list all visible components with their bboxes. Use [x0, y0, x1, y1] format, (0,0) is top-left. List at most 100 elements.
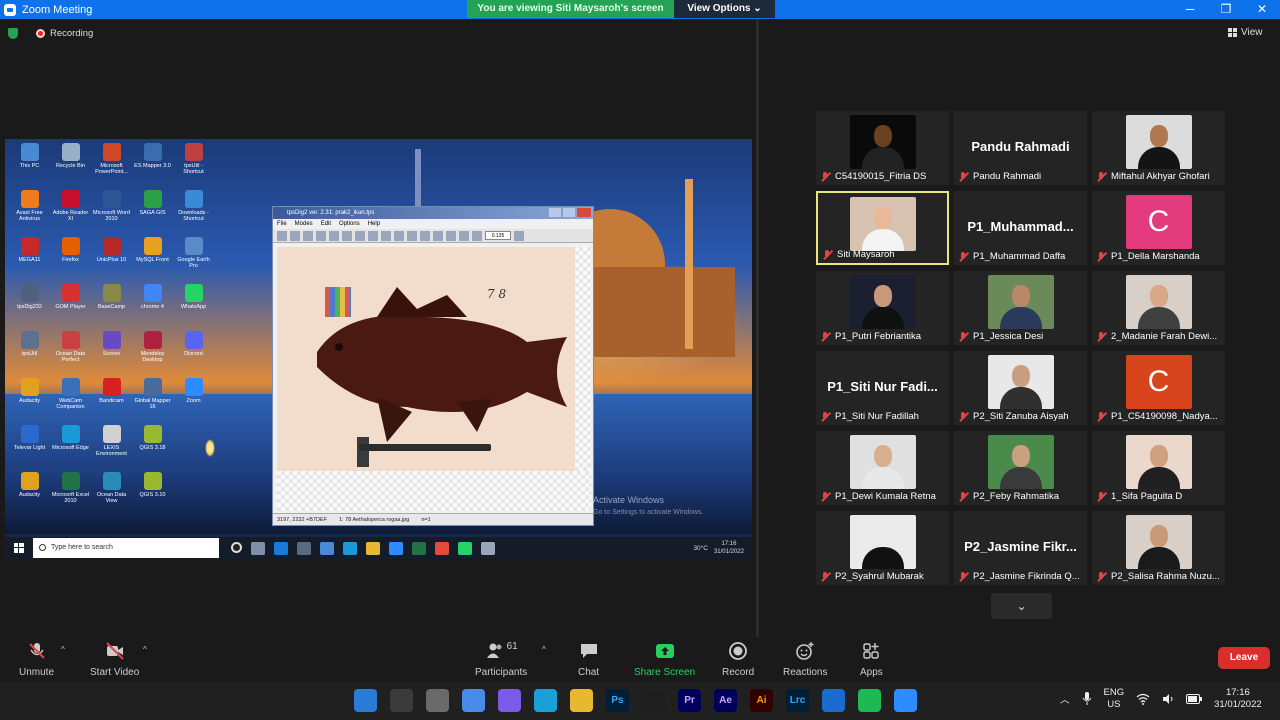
- menu-help[interactable]: Help: [368, 219, 380, 229]
- battery-icon[interactable]: [1186, 694, 1203, 704]
- menu-options[interactable]: Options: [339, 219, 360, 229]
- participant-tile[interactable]: 2_Madanie Farah Dewi...: [1092, 271, 1225, 345]
- desktop-icon[interactable]: Recycle Bin: [50, 143, 91, 190]
- participant-tile[interactable]: P1_Siti Nur Fadi... P1_Siti Nur Fadillah: [816, 351, 949, 425]
- unmute-button[interactable]: Unmute: [19, 641, 54, 678]
- menu-file[interactable]: File: [277, 219, 287, 229]
- taskbar-app-icon[interactable]: Ps: [606, 689, 629, 712]
- desktop-icon[interactable]: BaseCamp: [91, 284, 132, 331]
- desktop-icon[interactable]: Audacity: [9, 472, 50, 519]
- excel-icon[interactable]: [412, 541, 426, 555]
- encryption-shield-icon[interactable]: [8, 28, 18, 39]
- shared-search-box[interactable]: Type here to search: [33, 538, 219, 558]
- desktop-icon[interactable]: Zoom: [173, 378, 214, 425]
- taskbar-app-icon[interactable]: Ai: [750, 689, 773, 712]
- maximize-button[interactable]: ❐: [1208, 0, 1244, 19]
- menu-edit[interactable]: Edit: [321, 219, 331, 229]
- desktop-icon[interactable]: Microsoft Excel 2010: [50, 472, 91, 519]
- participant-tile[interactable]: P2_Feby Rahmatika: [954, 431, 1087, 505]
- taskbar-app-icon[interactable]: Pr: [678, 689, 701, 712]
- participant-tile[interactable]: P1_Putri Febriantika: [816, 271, 949, 345]
- video-options-caret[interactable]: ^: [143, 645, 147, 654]
- tpsdig-close[interactable]: [577, 208, 591, 217]
- desktop-icon[interactable]: LEXIS Environment: [91, 425, 132, 472]
- record-button[interactable]: Record: [722, 641, 754, 678]
- share-screen-button[interactable]: Share Screen: [634, 641, 695, 678]
- store-icon[interactable]: [320, 541, 334, 555]
- tpsdig-titlebar[interactable]: tpsDig2 ver. 2.31: prak2_ikan.tps: [273, 207, 593, 219]
- tpsdig-minimize[interactable]: [549, 208, 561, 217]
- desktop-icon[interactable]: Mendeley Desktop: [132, 331, 173, 378]
- taskbar-app-icon[interactable]: [462, 689, 485, 712]
- desktop-icon[interactable]: Global Mapper 16: [132, 378, 173, 425]
- zoom-field[interactable]: 0.135: [485, 231, 511, 240]
- move-tool-icon[interactable]: [303, 230, 313, 241]
- participant-tile[interactable]: P2_Salisa Rahma Nuzu...: [1092, 511, 1225, 585]
- angle-tool-icon[interactable]: [381, 230, 391, 241]
- desktop-icon[interactable]: Microsoft PowerPoint...: [91, 143, 132, 190]
- menu-modes[interactable]: Modes: [295, 219, 313, 229]
- desktop-icon[interactable]: WebCam Companion: [50, 378, 91, 425]
- participants-options-caret[interactable]: ^: [542, 645, 546, 654]
- scale-tool-icon[interactable]: [433, 230, 443, 241]
- desktop-icon[interactable]: tpsUtil - Shortcut: [173, 143, 214, 190]
- taskbar-app-icon[interactable]: [354, 689, 377, 712]
- desktop-icon[interactable]: Microsoft Word 2010: [91, 190, 132, 237]
- taskbar-app-icon[interactable]: [570, 689, 593, 712]
- forward-tool-icon[interactable]: [290, 230, 300, 241]
- desktop-icon[interactable]: GOM Player: [50, 284, 91, 331]
- start-video-button[interactable]: Start Video: [90, 641, 139, 678]
- volume-icon[interactable]: [1162, 693, 1174, 705]
- tpsdig-window[interactable]: tpsDig2 ver. 2.31: prak2_ikan.tps File M…: [272, 206, 594, 526]
- reactions-button[interactable]: Reactions: [783, 641, 827, 678]
- participant-tile[interactable]: 1_Sifa Paguita D: [1092, 431, 1225, 505]
- desktop-icon[interactable]: chrome 4: [132, 284, 173, 331]
- participant-tile[interactable]: P1_Jessica Desi: [954, 271, 1087, 345]
- participant-tile[interactable]: Siti Maysaroh: [816, 191, 949, 265]
- specimen-image[interactable]: 7 8: [277, 247, 575, 471]
- print-tool-icon[interactable]: [514, 230, 524, 241]
- taskbar-app-icon[interactable]: [858, 689, 881, 712]
- windows-start-icon[interactable]: [14, 543, 24, 553]
- calculator-icon[interactable]: [297, 541, 311, 555]
- explorer-icon[interactable]: [366, 541, 380, 555]
- participant-tile[interactable]: C P1_Della Marshanda: [1092, 191, 1225, 265]
- line-tool-icon[interactable]: [407, 230, 417, 241]
- leave-button[interactable]: Leave: [1218, 647, 1270, 669]
- audio-options-caret[interactable]: ^: [61, 645, 65, 654]
- desktop-icon[interactable]: MEGA11: [9, 237, 50, 284]
- gallery-view-button[interactable]: View: [1228, 27, 1263, 38]
- participant-tile[interactable]: P1_Dewi Kumala Retna: [816, 431, 949, 505]
- recording-label[interactable]: Recording: [50, 28, 93, 39]
- zoom-in-icon[interactable]: [459, 230, 469, 241]
- minimize-button[interactable]: ─: [1172, 0, 1208, 19]
- desktop-icon[interactable]: SAGA GIS: [132, 190, 173, 237]
- zoom-taskbar-icon[interactable]: [389, 541, 403, 555]
- split-divider[interactable]: [756, 19, 759, 637]
- taskbar-app-icon[interactable]: [534, 689, 557, 712]
- desktop-icon[interactable]: ES Mapper 3.0: [132, 143, 173, 190]
- zoom-out-icon[interactable]: [472, 230, 482, 241]
- desktop-icon[interactable]: tpsDig232: [9, 284, 50, 331]
- desktop-icon[interactable]: Bandicam: [91, 378, 132, 425]
- shared-screen[interactable]: This PC Recycle Bin Microsoft PowerPoint..…: [5, 139, 752, 559]
- close-button[interactable]: ✕: [1244, 0, 1280, 19]
- participant-tile[interactable]: Pandu Rahmadi Pandu Rahmadi: [954, 111, 1087, 185]
- participant-tile[interactable]: P2_Syahrul Mubarak: [816, 511, 949, 585]
- desktop-icon[interactable]: Google Earth Pro: [173, 237, 214, 284]
- weather[interactable]: 30°C: [693, 545, 708, 552]
- pencil-tool-icon[interactable]: [329, 230, 339, 241]
- tpsdig-maximize[interactable]: [563, 208, 575, 217]
- taskbar-app-icon[interactable]: [426, 689, 449, 712]
- desktop-icon[interactable]: Microsoft Edge: [50, 425, 91, 472]
- taskbar-app-icon[interactable]: [822, 689, 845, 712]
- taskbar-app-icon[interactable]: [498, 689, 521, 712]
- desktop-icon[interactable]: Ocean Data Perfect: [50, 331, 91, 378]
- taskbar-app-icon[interactable]: [894, 689, 917, 712]
- taskbar-app-icon[interactable]: Lrc: [786, 689, 809, 712]
- desktop-icon[interactable]: MySQL Front: [132, 237, 173, 284]
- participant-tile[interactable]: C P1_C54190098_Nadya...: [1092, 351, 1225, 425]
- desktop-icon[interactable]: Avast Free Antivirus: [9, 190, 50, 237]
- pointer-tool-icon[interactable]: [355, 230, 365, 241]
- desktop-icon[interactable]: Firefox: [50, 237, 91, 284]
